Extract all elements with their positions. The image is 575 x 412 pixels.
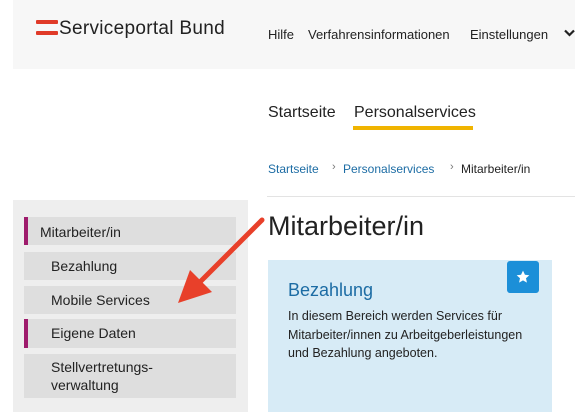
service-card-bezahlung[interactable]: Bezahlung In diesem Bereich werden Servi… — [268, 260, 552, 412]
favorite-button[interactable] — [507, 261, 539, 293]
active-indicator — [24, 319, 28, 348]
nav-settings-menu[interactable]: Einstellungen — [470, 27, 548, 42]
sidebar-nav: Mitarbeiter/in Bezahlung Mobile Services… — [13, 200, 248, 412]
sidebar-item-label: Mitarbeiter/in — [40, 224, 121, 240]
active-indicator — [24, 217, 28, 245]
brand-title[interactable]: Serviceportal Bund — [59, 18, 225, 40]
sidebar-item-mitarbeiter[interactable]: Mitarbeiter/in — [24, 217, 236, 245]
sidebar-item-label: Mobile Services — [51, 292, 150, 308]
nav-procedures-link[interactable]: Verfahrensinformationen — [308, 27, 450, 42]
breadcrumb-separator: › — [450, 161, 454, 173]
breadcrumb-divider — [267, 196, 575, 197]
sidebar-item-label-line1: Stellvertretungs- — [51, 359, 153, 375]
card-title[interactable]: Bezahlung — [288, 280, 373, 301]
sidebar-item-label: Bezahlung — [51, 258, 118, 274]
sidebar-item-mobile-services[interactable]: Mobile Services — [24, 286, 236, 314]
card-description: In diesem Bereich werden Services für Mi… — [288, 309, 523, 360]
chevron-down-icon[interactable] — [564, 29, 575, 40]
sidebar-item-stellvertretungsverwaltung[interactable]: Stellvertretungs- verwaltung — [24, 354, 236, 398]
sidebar-item-bezahlung[interactable]: Bezahlung — [24, 252, 236, 280]
top-header: Serviceportal Bund Hilfe Verfahrensinfor… — [13, 0, 575, 69]
breadcrumb-personal-link[interactable]: Personalservices — [343, 162, 434, 176]
tab-personalservices[interactable]: Personalservices — [354, 104, 476, 122]
tab-startseite[interactable]: Startseite — [268, 104, 336, 122]
sidebar-item-label: Eigene Daten — [51, 325, 136, 341]
breadcrumb-separator: › — [332, 161, 336, 173]
star-icon — [516, 270, 530, 283]
sidebar-item-eigene-daten[interactable]: Eigene Daten — [24, 319, 236, 348]
nav-help-link[interactable]: Hilfe — [268, 27, 294, 42]
page-title: Mitarbeiter/in — [268, 211, 425, 241]
austria-flag-logo-icon[interactable] — [36, 20, 58, 35]
active-tab-indicator — [353, 126, 473, 130]
sidebar-item-label-line2: verwaltung — [51, 377, 119, 393]
breadcrumb-home-link[interactable]: Startseite — [268, 162, 319, 176]
breadcrumb-current: Mitarbeiter/in — [461, 162, 531, 176]
